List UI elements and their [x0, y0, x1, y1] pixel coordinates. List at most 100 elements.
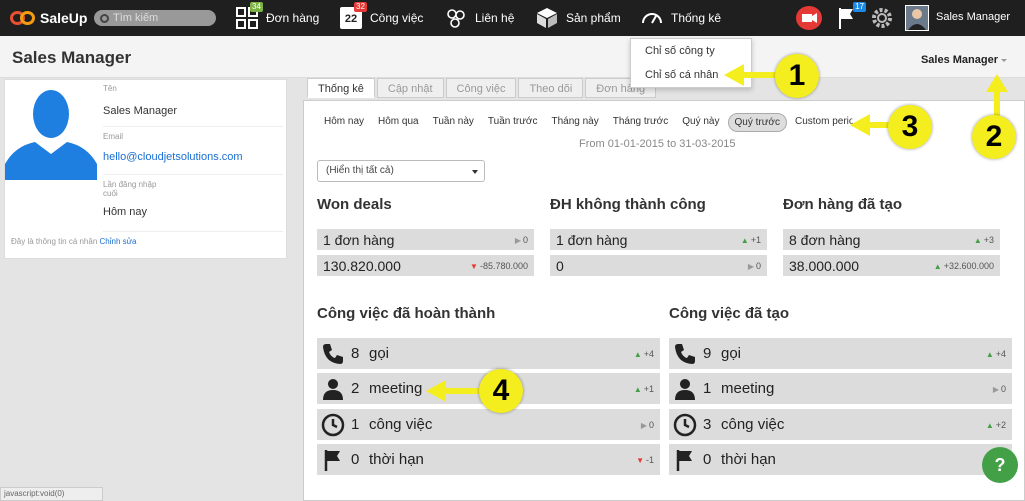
period-this-week[interactable]: Tuần này	[427, 113, 480, 132]
notifications-badge: 17	[853, 2, 866, 12]
search-icon	[100, 13, 109, 23]
task-label: gọi	[721, 345, 742, 362]
help-chat-button[interactable]: ?	[982, 447, 1018, 483]
period-last-week[interactable]: Tuần trước	[482, 113, 544, 132]
task-label: meeting	[721, 380, 775, 397]
nav-orders-label: Đơn hàng	[266, 11, 320, 25]
kpi-delta: 0	[515, 235, 528, 245]
clock-icon	[321, 413, 345, 437]
profile-login-row: Lần đăng nhập cuối Hôm nay	[103, 180, 283, 232]
period-this-quarter[interactable]: Quý này	[676, 113, 725, 132]
period-custom[interactable]: Custom period	[789, 113, 853, 132]
nav-orders[interactable]: 34 Đơn hàng	[236, 0, 319, 36]
kpi-title-won-deals: Won deals	[317, 196, 392, 213]
search-input[interactable]: Tìm kiếm	[94, 10, 216, 26]
period-yesterday[interactable]: Hôm qua	[372, 113, 425, 132]
profile-tabs: Thống kê Cập nhật Công việc Theo dõi Đơn…	[307, 78, 658, 100]
email-label: Email	[103, 132, 124, 141]
kpi-value: 38.000.000	[789, 257, 860, 274]
tasks-badge: 32	[354, 2, 367, 12]
stats-panel: Hôm nay Hôm qua Tuần này Tuần trước Thán…	[303, 100, 1025, 501]
edit-profile-link[interactable]: Chỉnh sửa	[100, 237, 137, 246]
nav-user-name[interactable]: Sales Manager	[936, 11, 1010, 23]
last-login-label: Lần đăng nhập cuối	[103, 180, 157, 198]
person-icon	[321, 377, 345, 401]
tab-updates[interactable]: Cập nhật	[376, 78, 444, 98]
nav-tasks[interactable]: 22 32 Công việc	[340, 0, 423, 36]
notifications-button[interactable]: 17	[836, 2, 866, 30]
kpi-created-amount: 38.000.000 +32.600.000	[783, 255, 1000, 276]
nav-stats[interactable]: Thống kê	[641, 0, 721, 36]
tab-stats[interactable]: Thống kê	[307, 78, 375, 98]
clock-icon	[673, 413, 697, 437]
page-header: Sales Manager Sales Manager	[0, 36, 1025, 78]
task-count: 8	[351, 345, 360, 362]
task-row: 0 thời hạn -1	[317, 444, 660, 475]
task-delta: 0	[993, 384, 1006, 394]
settings-button[interactable]	[870, 6, 894, 30]
kpi-value: 8 đơn hàng	[789, 231, 861, 248]
period-today[interactable]: Hôm nay	[318, 113, 370, 132]
app-logo[interactable]: SaleUp	[10, 10, 90, 26]
task-delta: +2	[986, 420, 1006, 430]
kpi-value: 130.820.000	[323, 257, 401, 274]
profile-footer: Đây là thông tin cá nhân Chỉnh sửa	[11, 237, 136, 246]
gauge-icon	[642, 13, 662, 24]
orders-badge: 34	[250, 2, 263, 12]
completed-tasks-title: Công việc đã hoàn thành	[317, 305, 496, 322]
profile-name: Sales Manager	[103, 105, 177, 117]
avatar	[5, 82, 97, 180]
profile-card: Tên Sales Manager Email hello@cloudjetso…	[4, 79, 287, 259]
nav-contacts-label: Liên hệ	[475, 11, 515, 25]
callout-3: 3	[888, 105, 932, 149]
kpi-value: 0	[556, 257, 564, 274]
profile-name-row: Tên Sales Manager	[103, 84, 283, 127]
task-label: thời hạn	[721, 451, 776, 468]
tab-follow[interactable]: Theo dõi	[518, 78, 584, 98]
created-tasks-title: Công việc đã tạo	[669, 305, 790, 322]
tab-tasks[interactable]: Công việc	[445, 78, 517, 98]
task-count: 1	[351, 416, 360, 433]
task-count: 2	[351, 380, 360, 397]
filter-select[interactable]: (Hiển thị tất cả)	[317, 160, 485, 182]
kpi-won-count: 1 đơn hàng 0	[317, 229, 534, 250]
kpi-title-created-orders: Đơn hàng đã tạo	[783, 196, 902, 213]
callout-4: 4	[479, 369, 523, 413]
task-label: công việc	[369, 416, 433, 433]
app-name: SaleUp	[40, 10, 88, 26]
user-menu-dropdown[interactable]: Sales Manager	[921, 54, 1007, 66]
calendar-day: 22	[344, 13, 358, 25]
period-last-quarter[interactable]: Quý trước	[727, 113, 787, 132]
video-camera-icon	[802, 13, 817, 23]
nav-tasks-label: Công việc	[370, 11, 424, 25]
kpi-lost-count: 1 đơn hàng +1	[550, 229, 767, 250]
video-call-button[interactable]	[796, 6, 822, 30]
task-label: gọi	[369, 345, 390, 362]
default-avatar-icon	[5, 90, 97, 180]
task-count: 3	[703, 416, 712, 433]
search-placeholder: Tìm kiếm	[113, 12, 159, 24]
task-row: 3 công việc +2	[669, 409, 1012, 440]
task-row: 1 công việc 0	[317, 409, 660, 440]
date-range: From 01-01-2015 to 31-03-2015	[579, 138, 736, 150]
task-delta: -1	[636, 455, 654, 465]
nav-contacts[interactable]: Liên hệ	[445, 0, 514, 36]
task-count: 0	[351, 451, 360, 468]
period-last-month[interactable]: Tháng trước	[607, 113, 675, 132]
profile-email-row: Email hello@cloudjetsolutions.com	[103, 132, 283, 175]
callout-2: 2	[972, 115, 1016, 159]
callout-1: 1	[775, 54, 819, 98]
phone-icon	[673, 342, 697, 366]
kpi-value: 1 đơn hàng	[323, 231, 395, 248]
user-avatar[interactable]	[905, 5, 929, 31]
task-count: 9	[703, 345, 712, 362]
task-row: 0 thời hạn	[669, 444, 1012, 475]
task-label: công việc	[721, 416, 785, 433]
nav-products[interactable]: Sản phẩm	[536, 0, 621, 36]
period-this-month[interactable]: Tháng này	[545, 113, 604, 132]
user-photo-icon	[908, 9, 926, 30]
task-row: 1 meeting 0	[669, 373, 1012, 404]
kpi-value: 1 đơn hàng	[556, 231, 628, 248]
task-delta: +1	[634, 384, 654, 394]
profile-email-link[interactable]: hello@cloudjetsolutions.com	[103, 151, 283, 163]
